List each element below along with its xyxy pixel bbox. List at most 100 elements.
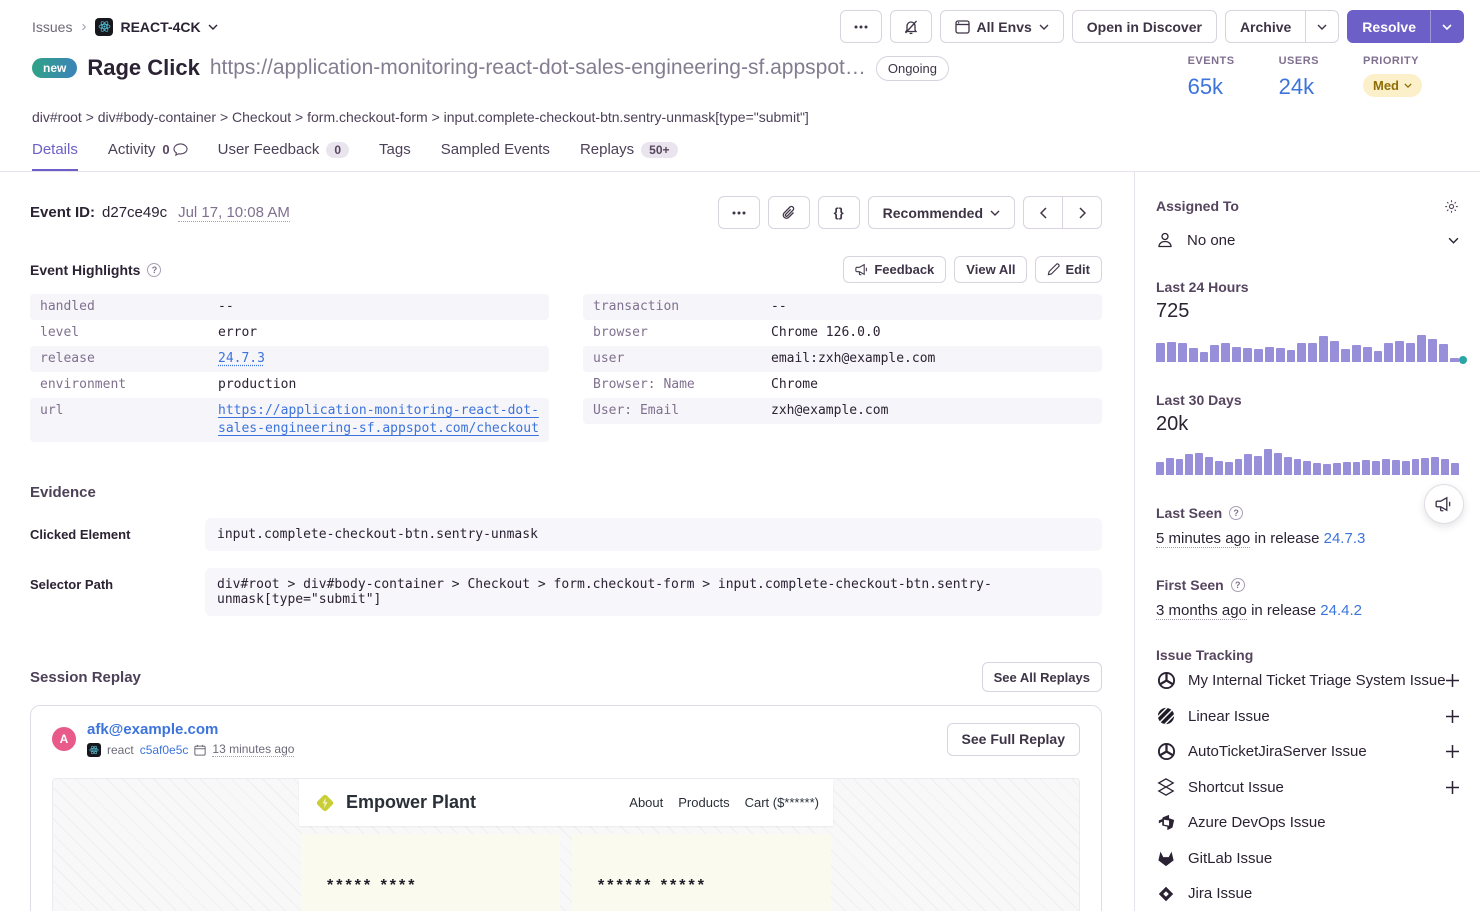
ellipsis-icon [732, 211, 746, 215]
feedback-fab-button[interactable] [1424, 484, 1464, 524]
environment-selector[interactable]: All Envs [940, 10, 1064, 43]
tab-replays[interactable]: Replays 50+ [580, 141, 678, 171]
replay-time-ago[interactable]: 13 minutes ago [212, 742, 294, 757]
chart-bar [1287, 350, 1296, 362]
resolve-dropdown-button[interactable] [1430, 10, 1464, 43]
megaphone-icon [1435, 496, 1453, 512]
feedback-label: Feedback [874, 262, 934, 277]
url-link[interactable]: https://application-monitoring-react-dot… [218, 402, 539, 438]
resolve-split-button: Resolve [1347, 10, 1464, 43]
tab-details[interactable]: Details [32, 141, 78, 171]
first-seen-release-link[interactable]: 24.4.2 [1320, 602, 1362, 619]
list-item[interactable]: AutoTicketJiraServer Issue [1156, 734, 1459, 770]
view-all-button[interactable]: View All [954, 256, 1027, 283]
kv-value: zxh@example.com [771, 402, 888, 420]
tab-details-label: Details [32, 141, 78, 158]
list-item[interactable]: Shortcut Issue [1156, 770, 1459, 806]
replay-viewport[interactable]: Empower Plant About Products Cart ($****… [52, 778, 1080, 911]
list-item[interactable]: Azure DevOps Issue [1156, 805, 1459, 841]
users-stat-label: USERS [1279, 55, 1319, 67]
chevron-down-icon [990, 210, 1000, 216]
next-event-button[interactable] [1062, 196, 1102, 229]
chart-bar [1450, 358, 1459, 362]
attachments-button[interactable] [768, 196, 810, 229]
first-seen-ago[interactable]: 3 months ago [1156, 602, 1247, 620]
chart-bar [1200, 352, 1209, 362]
tab-sampled-events-label: Sampled Events [441, 141, 550, 158]
feedback-button[interactable]: Feedback [843, 256, 946, 283]
list-item[interactable]: My Internal Ticket Triage System Issue [1156, 663, 1459, 699]
kv-key: url [40, 402, 218, 438]
kv-key: release [40, 350, 218, 368]
chart-bar [1297, 343, 1306, 362]
tab-sampled-events[interactable]: Sampled Events [441, 141, 550, 171]
chart-bar [1166, 458, 1174, 475]
help-icon[interactable]: ? [1231, 578, 1245, 592]
see-all-replays-button[interactable]: See All Replays [982, 662, 1102, 692]
gear-icon[interactable] [1444, 199, 1459, 214]
open-in-discover-button[interactable]: Open in Discover [1072, 10, 1217, 43]
last-seen-release-link[interactable]: 24.7.3 [1324, 530, 1366, 547]
archive-button[interactable]: Archive [1225, 10, 1306, 43]
assignee-selector[interactable]: No one [1156, 231, 1459, 249]
mute-notifications-button[interactable] [890, 10, 932, 43]
replay-id-link[interactable]: c5af0e5c [140, 743, 189, 757]
add-issue-button[interactable] [1446, 710, 1459, 723]
kv-key: handled [40, 298, 218, 316]
previous-event-button[interactable] [1023, 196, 1063, 229]
chart-bar [1451, 463, 1459, 475]
site-nav-cart: Cart ($******) [745, 795, 819, 810]
event-more-options-button[interactable] [718, 196, 760, 229]
tab-activity[interactable]: Activity 0 [108, 141, 188, 171]
priority-dropdown[interactable]: Med [1363, 74, 1422, 97]
add-issue-button[interactable] [1446, 745, 1459, 758]
breadcrumb-issues-link[interactable]: Issues [32, 19, 72, 35]
kv-key: browser [593, 324, 771, 342]
issue-label: Linear Issue [1188, 708, 1270, 725]
resolve-button[interactable]: Resolve [1347, 10, 1431, 43]
site-nav: About Products Cart ($******) [629, 795, 819, 810]
chart-bar [1210, 345, 1219, 362]
chart-bar [1294, 459, 1302, 476]
jira-server-icon [1156, 742, 1176, 761]
list-item[interactable]: Linear Issue [1156, 699, 1459, 735]
chart-bar [1402, 461, 1410, 475]
selector-path-label: Selector Path [30, 568, 205, 592]
chart-bar [1308, 343, 1317, 362]
kv-value: Chrome [771, 376, 818, 394]
last-30-days-chart[interactable] [1156, 445, 1459, 475]
issue-stats: EVENTS 65k USERS 24k PRIORITY Med [1188, 55, 1448, 100]
event-navigation-dropdown[interactable]: Recommended [868, 196, 1015, 229]
list-item[interactable]: GitLab Issue [1156, 841, 1459, 877]
users-stat-value[interactable]: 24k [1279, 74, 1314, 100]
replay-user-email-link[interactable]: afk@example.com [87, 721, 294, 738]
events-stat-value[interactable]: 65k [1188, 74, 1223, 100]
chart-bar [1254, 456, 1262, 475]
more-options-button[interactable] [840, 10, 882, 43]
edit-button[interactable]: Edit [1035, 256, 1102, 283]
event-highlights-tables: handled-- levelerror release24.7.3 envir… [30, 294, 1102, 442]
add-issue-button[interactable] [1446, 674, 1459, 687]
release-link[interactable]: 24.7.3 [218, 350, 265, 368]
gitlab-icon [1156, 850, 1176, 867]
archive-dropdown-button[interactable] [1305, 10, 1339, 43]
project-selector[interactable]: REACT-4CK [95, 18, 217, 36]
tab-tags[interactable]: Tags [379, 141, 411, 171]
tab-user-feedback[interactable]: User Feedback 0 [218, 141, 349, 171]
add-issue-button[interactable] [1446, 781, 1459, 794]
event-timestamp[interactable]: Jul 17, 10:08 AM [178, 204, 290, 222]
view-json-button[interactable]: {} [818, 196, 860, 229]
last-seen-in-release: in release [1254, 530, 1319, 547]
environment-selector-label: All Envs [977, 19, 1032, 35]
see-full-replay-button[interactable]: See Full Replay [947, 723, 1080, 756]
chart-bar [1235, 459, 1243, 476]
last-seen-ago[interactable]: 5 minutes ago [1156, 530, 1250, 548]
help-icon[interactable]: ? [147, 263, 161, 277]
open-in-discover-label: Open in Discover [1087, 19, 1202, 35]
list-item[interactable]: Jira Issue [1156, 876, 1459, 911]
last-24-hours-chart[interactable] [1156, 332, 1459, 362]
kv-key: environment [40, 376, 218, 394]
help-icon[interactable]: ? [1229, 506, 1243, 520]
chart-bar [1439, 344, 1448, 362]
shortcut-icon [1156, 778, 1176, 796]
